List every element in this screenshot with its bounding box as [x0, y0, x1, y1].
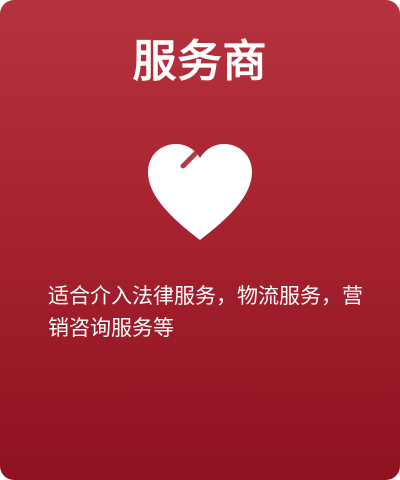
heart-icon [138, 136, 262, 246]
card-description: 适合介入法律服务，物流服务，营销咨询服务等 [48, 284, 363, 340]
card-title: 服务商 [132, 36, 268, 87]
service-provider-card[interactable]: 服务商 适合介入法律服务，物流服务，营销咨询服务等 [0, 0, 400, 480]
